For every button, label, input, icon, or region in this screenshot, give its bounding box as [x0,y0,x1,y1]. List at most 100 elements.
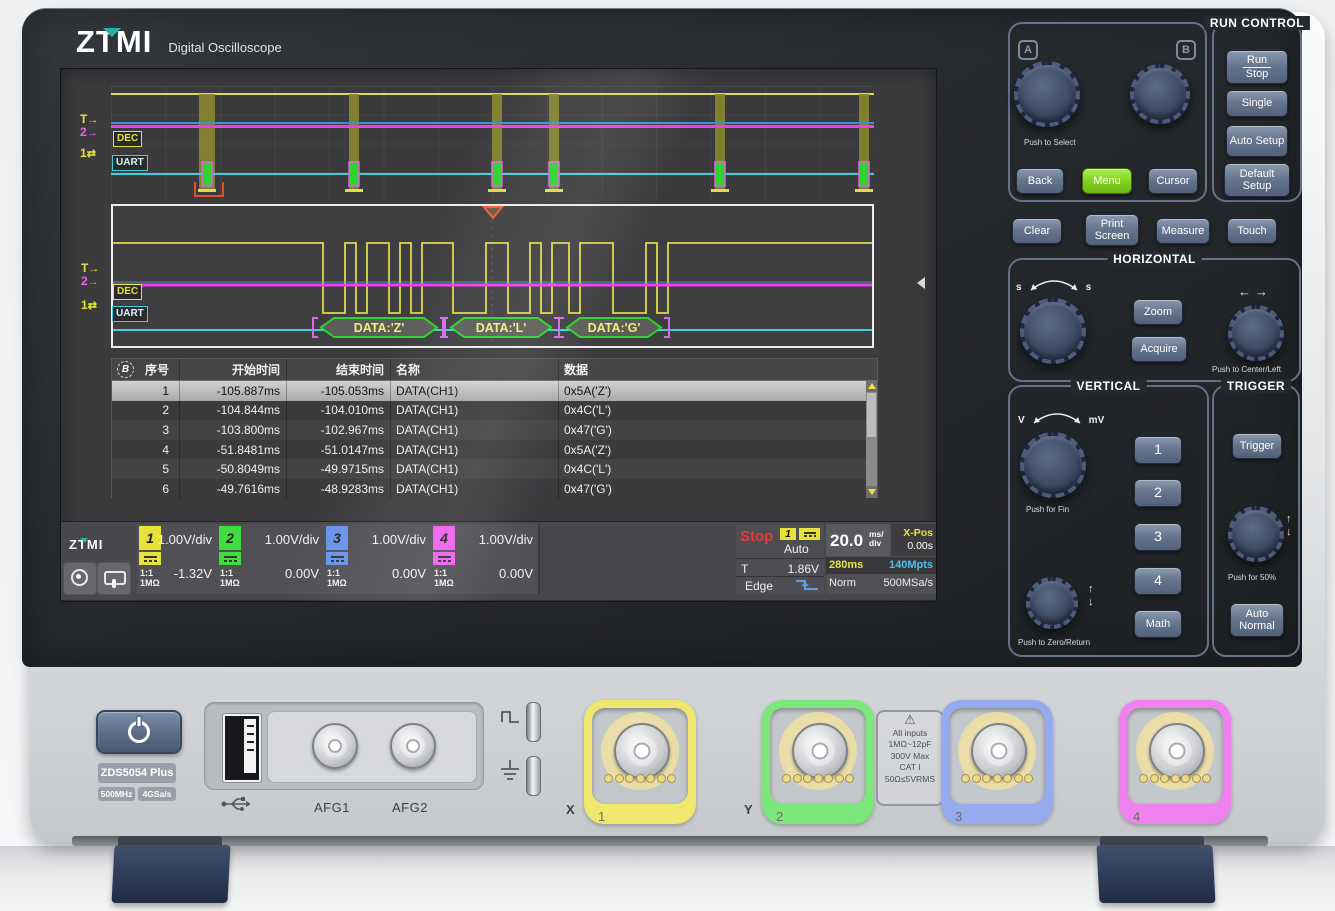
ch2-bnc[interactable] [792,723,848,779]
model-badge: ZDS5054 Plus [98,763,176,783]
ch3-scale: 1.00V/div [372,532,426,547]
scroll-down-button[interactable] [866,486,877,498]
scrollbar-thumb[interactable] [867,393,876,437]
afg1-label: AFG1 [314,800,350,815]
push-to-select-label: Push to Select [1024,138,1076,147]
table-row[interactable]: 1-105.887ms -105.053msDATA(CH1) 0x5A('Z'… [112,381,877,401]
channel-position-marker[interactable]: 2→ [81,275,99,288]
auto-setup-button[interactable]: Auto Setup [1226,125,1288,157]
ch1-input-ring[interactable]: 1 [584,700,696,824]
dec-bus-chip[interactable]: DEC [113,131,142,147]
ch1-status-cell[interactable]: 1 1:11MΩ 1.00V/div -1.32V [137,524,219,594]
panel-collapse-arrow[interactable] [917,277,925,289]
channel-2-button[interactable]: 2 [1134,479,1182,507]
channel-4-button[interactable]: 4 [1134,567,1182,595]
table-row[interactable]: 2-104.844ms -104.010msDATA(CH1) 0x4C('L'… [112,401,877,421]
ch1-position-marker[interactable]: 1⇄ [80,147,96,160]
ch3-input-ring[interactable]: 3 [941,700,1053,824]
multifunction-knob-a[interactable] [1014,61,1080,127]
touch-button[interactable]: Touch [1227,218,1277,244]
ch2-badge[interactable]: 2 [219,526,241,550]
input-warning-box: ⚠ All inputs 1MΩ~12pF 300V Max CAT I 50Ω… [876,710,944,806]
ch4-input-well [1127,708,1223,804]
waveform-overview [111,86,874,201]
horizontal-position-knob[interactable] [1228,305,1284,361]
sample-rate: 500MSa/s [883,577,933,589]
table-row[interactable]: 6-49.7616ms -48.9283msDATA(CH1) 0x47('G'… [112,479,877,499]
vertical-scale-knob[interactable] [1020,432,1086,498]
acquire-button[interactable]: Acquire [1131,336,1187,362]
back-button[interactable]: Back [1016,168,1064,194]
table-scrollbar[interactable] [866,380,877,498]
ch3-status-cell[interactable]: 3 1:11MΩ 1.00V/div 0.00V [324,524,433,594]
channel-3-button[interactable]: 3 [1134,523,1182,551]
ch1-bnc[interactable] [614,723,670,779]
afg1-bnc[interactable] [312,723,358,769]
arrow-right-icon: → [87,127,98,139]
usb-tongue [244,719,256,773]
measure-button[interactable]: Measure [1156,218,1210,244]
timebase-status-cell[interactable]: 20.0 ms/div X-Pos 0.00s 280ms 140Mpts No… [826,524,936,594]
multifunction-knob-b[interactable] [1130,64,1190,124]
power-button[interactable] [96,710,182,754]
ch4-status-cell[interactable]: 4 1:11MΩ 1.00V/div 0.00V [431,524,540,594]
usb-port[interactable] [223,714,261,782]
bus-b-icon[interactable]: B [117,361,134,378]
touch-gesture-button[interactable] [63,562,97,595]
ch3-badge[interactable]: 3 [326,526,348,550]
channel-1-button[interactable]: 1 [1134,436,1182,464]
trigger-level-knob[interactable] [1228,506,1284,562]
ch2-input-ring[interactable]: 2 [762,700,874,824]
menu-button[interactable]: Menu [1082,168,1132,194]
vertical-title: VERTICAL [1071,379,1147,393]
ch4-bnc[interactable] [1149,723,1205,779]
arc-arrow-icon [1025,278,1083,293]
ch3-offset: 0.00V [392,566,426,581]
horizontal-scale-knob[interactable] [1020,298,1086,364]
dec-bus-chip[interactable]: DEC [113,284,142,300]
table-row[interactable]: 3-103.800ms -102.967msDATA(CH1) 0x47('G'… [112,420,877,440]
cursor-button[interactable]: Cursor [1148,168,1198,194]
acquire-mode: Norm [829,577,856,589]
ch1-position-marker[interactable]: 1⇄ [81,299,97,312]
uart-protocol-chip[interactable]: UART [112,155,148,171]
dc-coupling-icon [139,552,161,565]
brand-triangle-icon [80,538,88,542]
zoom-button[interactable]: Zoom [1133,299,1183,325]
channel-position-marker[interactable]: 2→ [80,126,98,139]
trigger-menu-button[interactable]: Trigger [1232,433,1282,459]
acquire-info-row: Norm 500MSa/s [826,575,936,592]
warning-icon: ⚠ [878,712,942,728]
usb-afg-group [204,702,484,790]
run-stop-button[interactable]: RunStop [1226,50,1288,84]
math-button[interactable]: Math [1134,610,1182,638]
single-button[interactable]: Single [1226,90,1288,117]
decode-bubble-label: DATA:'L' [476,321,527,335]
default-setup-button[interactable]: Default Setup [1224,163,1290,197]
ch2-status-cell[interactable]: 2 1:11MΩ 1.00V/div 0.00V [217,524,326,594]
ch4-input-ring[interactable]: 4 [1119,700,1231,824]
auto-normal-button[interactable]: Auto Normal [1230,603,1284,637]
trigger-position-marker[interactable] [484,207,502,218]
scroll-up-button[interactable] [866,380,877,392]
trigger-status-cell[interactable]: Stop 1 Auto T 1.86V Edge [736,524,824,594]
probe-comp-signal-pin[interactable] [526,702,541,742]
col-header-end: 结束时间 [287,359,391,380]
afg2-bnc[interactable] [390,723,436,769]
stand-foot-right [1096,845,1215,903]
samplerate-badge: 4GSa/s [138,787,176,801]
table-row[interactable]: 5-50.8049ms -49.9715msDATA(CH1) 0x4C('L'… [112,459,877,479]
uart-protocol-chip[interactable]: UART [112,306,148,322]
ch4-badge[interactable]: 4 [433,526,455,550]
ch3-bnc[interactable] [971,723,1027,779]
decode-bubble-label: DATA:'G' [588,321,641,335]
clear-button[interactable]: Clear [1012,218,1062,244]
print-screen-button[interactable]: Print Screen [1085,214,1139,246]
drag-gesture-button[interactable] [97,562,131,595]
vertical-position-knob[interactable] [1026,577,1078,629]
trigger-type: Edge [745,579,773,593]
table-row[interactable]: 4-51.8481ms -51.0147msDATA(CH1) 0x5A('Z'… [112,440,877,460]
probe-comp-ground-pin[interactable] [526,756,541,796]
power-icon [128,721,150,743]
pan-finger-icon [112,579,116,588]
